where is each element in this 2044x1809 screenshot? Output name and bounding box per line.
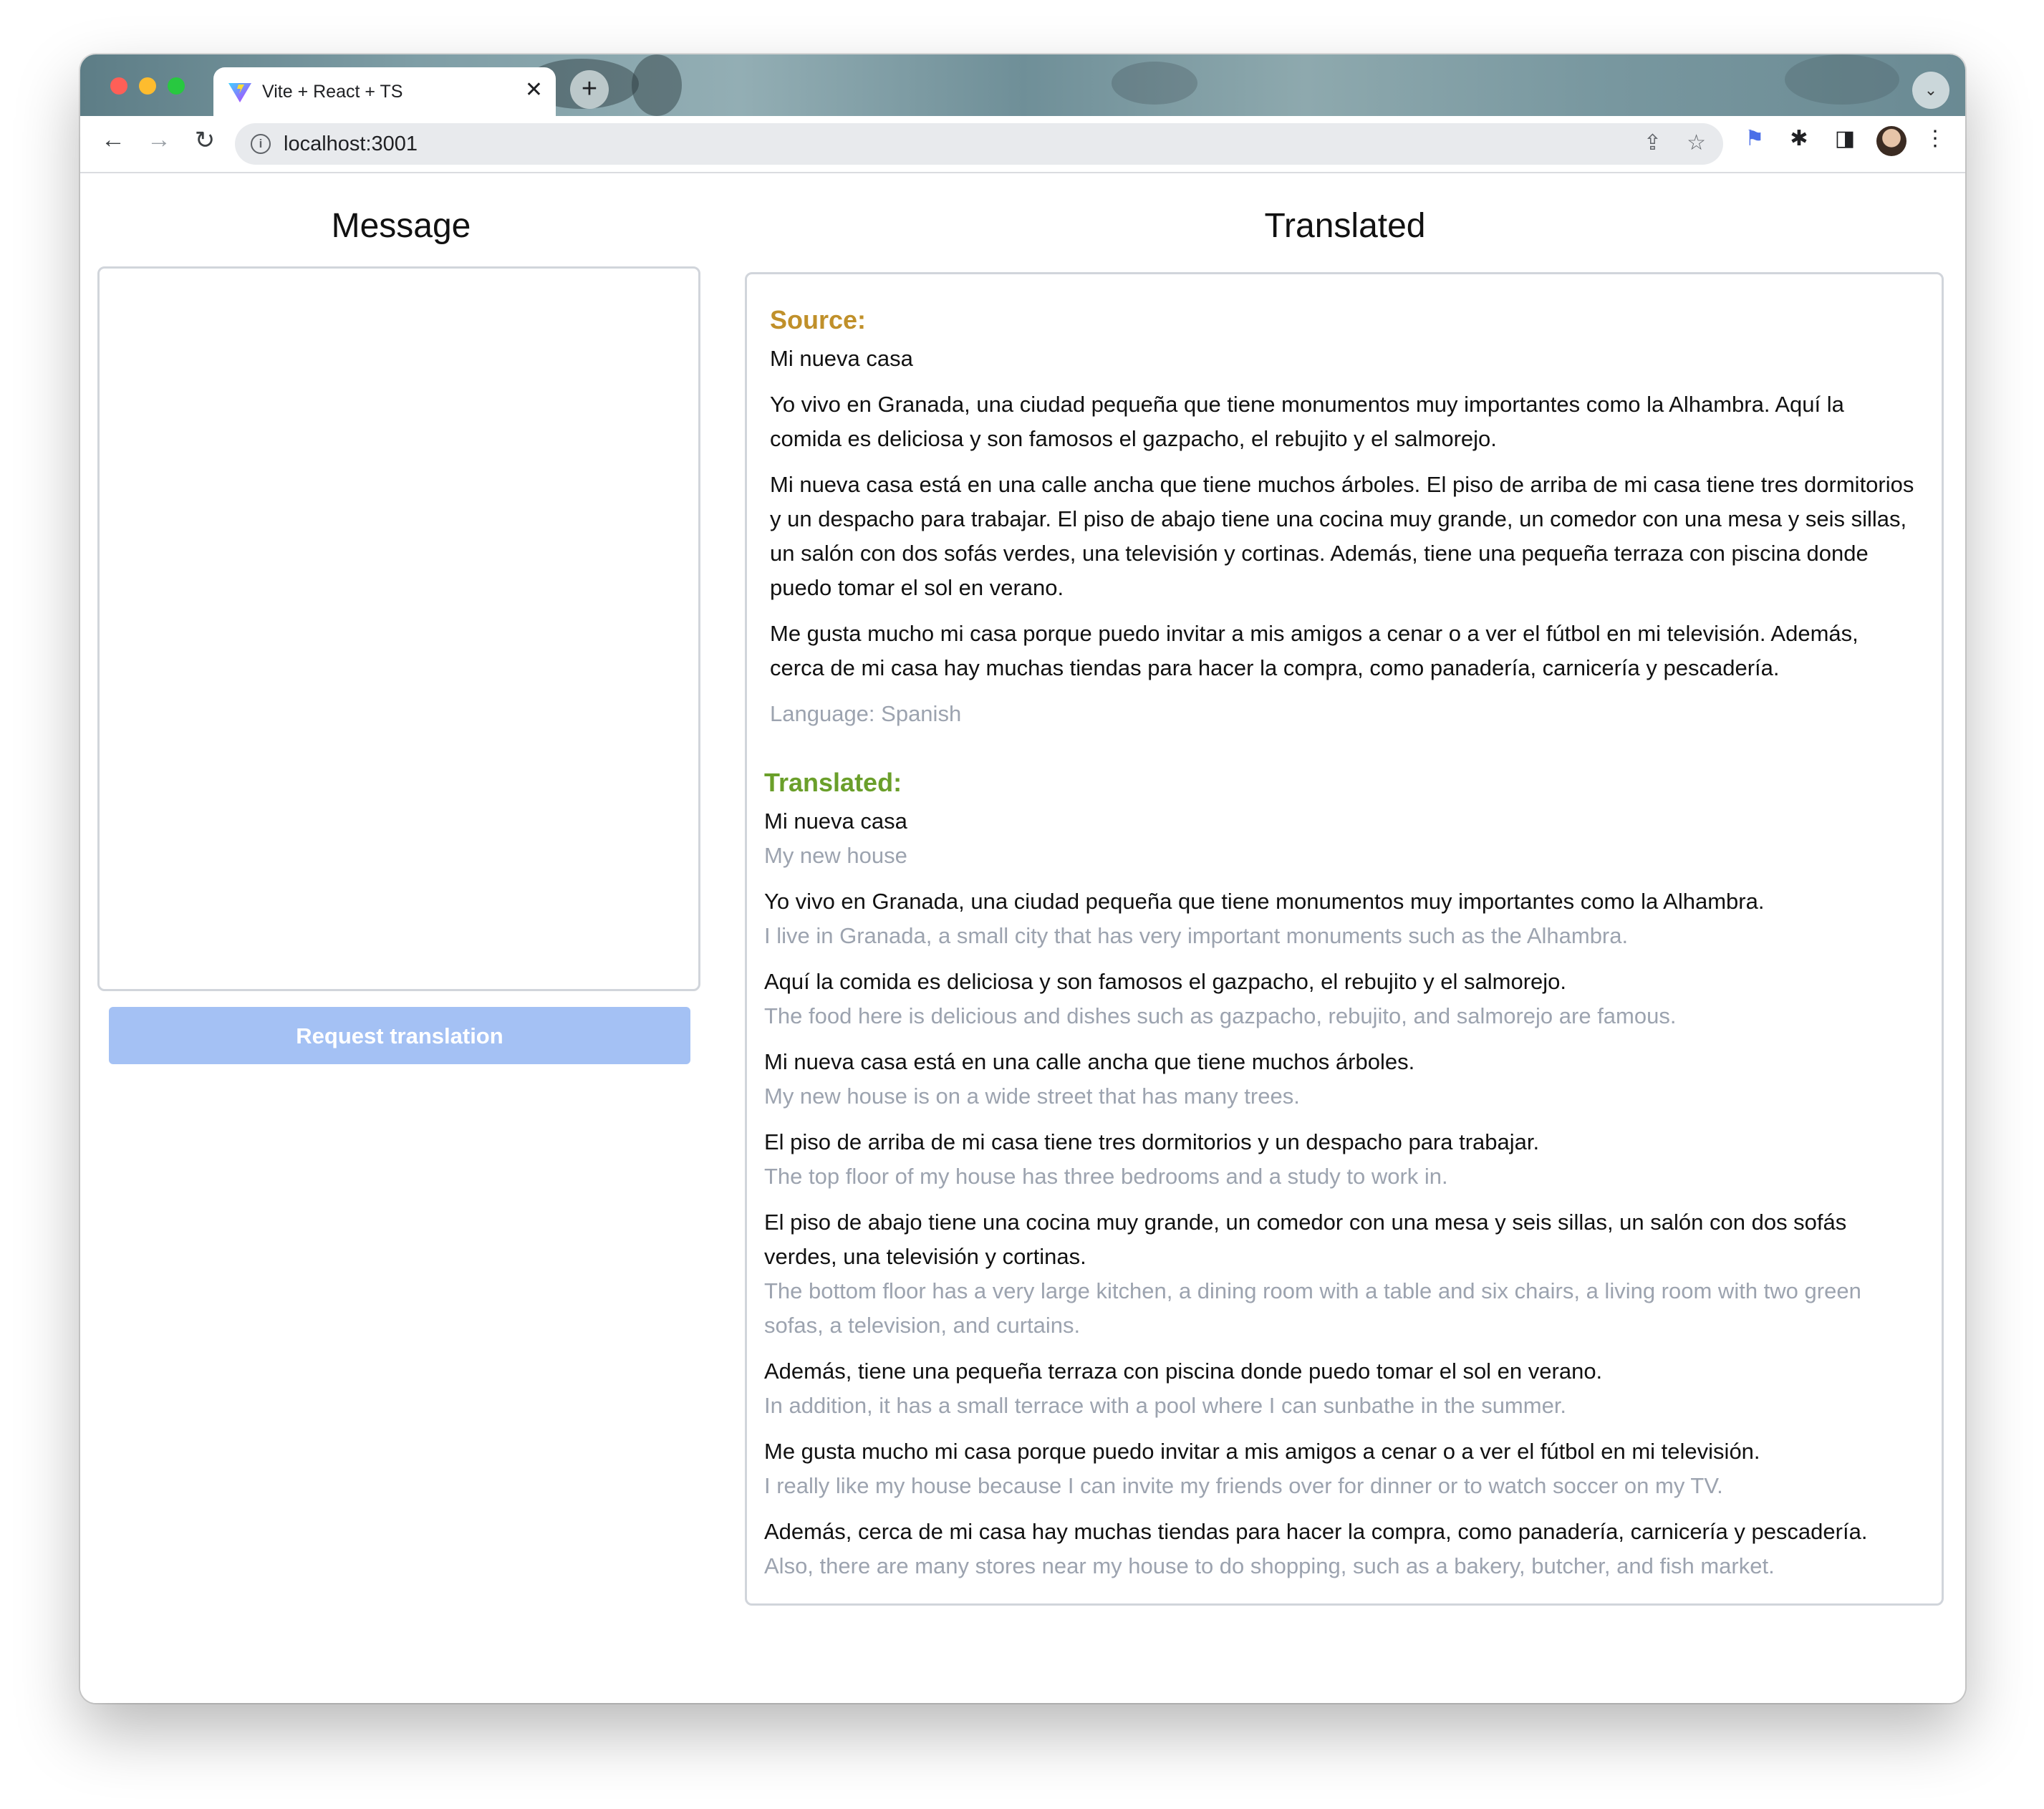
source-paragraph: Me gusta mucho mi casa porque puedo invi…	[770, 621, 1859, 680]
message-heading: Message	[331, 207, 471, 245]
browser-window: Vite + React + TS ✕ + ⌄ ← → ↻ i localhos…	[80, 54, 1965, 1703]
translated-label: Translated:	[764, 768, 902, 797]
original-sentence: Aquí la comida es deliciosa y son famoso…	[764, 969, 1567, 994]
translated-sentence: The bottom floor has a very large kitche…	[764, 1278, 1861, 1338]
original-sentence: Además, tiene una pequeña terraza con pi…	[764, 1359, 1603, 1384]
original-sentence: El piso de arriba de mi casa tiene tres …	[764, 1129, 1540, 1154]
original-sentence: El piso de abajo tiene una cocina muy gr…	[764, 1210, 1847, 1269]
zoom-window-button[interactable]	[168, 77, 185, 95]
translated-heading: Translated	[1264, 207, 1426, 245]
tab-search-icon[interactable]: ⌄	[1912, 72, 1949, 109]
request-translation-button[interactable]: Request translation	[109, 1007, 690, 1064]
tab-strip: Vite + React + TS ✕ + ⌄	[80, 54, 1965, 116]
vite-logo-icon	[228, 83, 251, 102]
original-sentence: Yo vivo en Granada, una ciudad pequeña q…	[764, 889, 1765, 914]
arrow-left-icon[interactable]: ←	[97, 126, 129, 154]
translated-column: Translated Source: Mi nueva casa Yo vivo…	[745, 173, 1945, 1606]
translated-sentence: My new house is on a wide street that ha…	[764, 1084, 1300, 1109]
sentence-pair: Mi nueva casa está en una calle ancha qu…	[764, 1045, 1919, 1114]
message-textarea[interactable]	[97, 266, 700, 991]
theme-decoration	[1112, 62, 1197, 105]
minimize-window-button[interactable]	[139, 77, 156, 95]
language-label: Language: Spanish	[770, 701, 962, 726]
sentence-pair: El piso de abajo tiene una cocina muy gr…	[764, 1205, 1919, 1343]
info-icon[interactable]: i	[251, 134, 271, 154]
profile-avatar[interactable]	[1876, 126, 1906, 156]
source-paragraph: Mi nueva casa está en una calle ancha qu…	[770, 472, 1914, 600]
translated-sentence: I live in Granada, a small city that has…	[764, 923, 1629, 948]
theme-decoration	[632, 54, 682, 116]
address-bar[interactable]: i localhost:3001 ⇪ ☆	[235, 123, 1723, 165]
original-sentence: Mi nueva casa está en una calle ancha qu…	[764, 1049, 1415, 1074]
tab-title: Vite + React + TS	[262, 82, 403, 102]
sentence-pair: Mi nueva casa My new house	[764, 804, 1919, 873]
source-paragraph: Yo vivo en Granada, una ciudad pequeña q…	[770, 392, 1844, 451]
puzzle-icon[interactable]: ✱	[1785, 126, 1813, 155]
translated-sentence: The food here is delicious and dishes su…	[764, 1003, 1677, 1028]
sentence-pair: El piso de arriba de mi casa tiene tres …	[764, 1125, 1919, 1194]
translation-panel: Source: Mi nueva casa Yo vivo en Granada…	[745, 272, 1944, 1606]
translated-sentence: Also, there are many stores near my hous…	[764, 1553, 1775, 1578]
share-icon[interactable]: ⇪	[1644, 130, 1662, 155]
browser-tab[interactable]: Vite + React + TS ✕	[213, 67, 556, 116]
close-tab-icon[interactable]: ✕	[525, 77, 543, 102]
source-paragraph: Mi nueva casa	[770, 346, 913, 371]
translated-sentence: I really like my house because I can inv…	[764, 1473, 1723, 1498]
star-icon[interactable]: ☆	[1687, 130, 1706, 155]
theme-decoration	[1785, 54, 1899, 105]
side-panel-icon[interactable]: ◨	[1831, 126, 1859, 155]
original-sentence: Además, cerca de mi casa hay muchas tien…	[764, 1519, 1868, 1544]
translated-sentence: My new house	[764, 843, 907, 868]
original-sentence: Mi nueva casa	[764, 809, 907, 834]
original-sentence: Me gusta mucho mi casa porque puedo invi…	[764, 1439, 1760, 1464]
browser-toolbar: ← → ↻ i localhost:3001 ⇪ ☆ ⚑ ✱ ◨ ⋮	[80, 116, 1965, 173]
translated-sentence: In addition, it has a small terrace with…	[764, 1393, 1567, 1418]
close-window-button[interactable]	[110, 77, 127, 95]
sentence-pair: Además, tiene una pequeña terraza con pi…	[764, 1354, 1919, 1423]
arrow-right-icon[interactable]: →	[143, 126, 175, 154]
new-tab-button[interactable]: +	[570, 70, 609, 109]
url-text[interactable]: localhost:3001	[284, 132, 418, 156]
translated-sentence: The top floor of my house has three bedr…	[764, 1164, 1448, 1189]
reload-icon[interactable]: ↻	[189, 126, 221, 155]
source-label: Source:	[770, 305, 867, 334]
message-column: Message Request translation	[97, 173, 705, 1064]
sentence-pair: Además, cerca de mi casa hay muchas tien…	[764, 1515, 1919, 1583]
page-content: Message Request translation Translated S…	[80, 173, 1965, 1703]
flag-extension-icon[interactable]: ⚑	[1740, 126, 1769, 155]
kebab-menu-icon[interactable]: ⋮	[1921, 126, 1949, 155]
sentence-pair: Aquí la comida es deliciosa y son famoso…	[764, 965, 1919, 1033]
sentence-pair: Me gusta mucho mi casa porque puedo invi…	[764, 1434, 1919, 1503]
sentence-pair: Yo vivo en Granada, una ciudad pequeña q…	[764, 884, 1919, 953]
